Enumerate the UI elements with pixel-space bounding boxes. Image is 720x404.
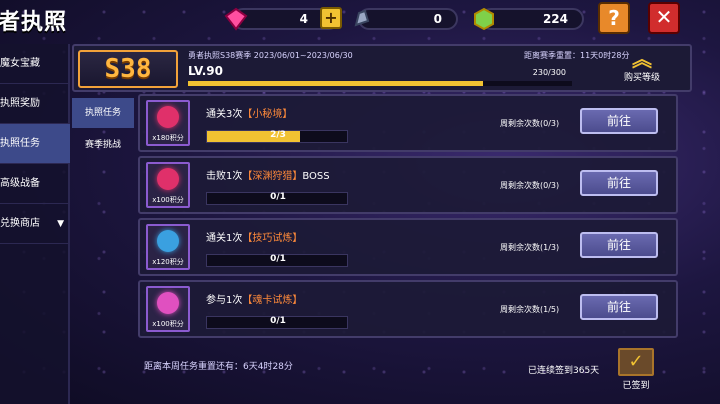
blue-orb-icon <box>157 230 179 252</box>
help-button[interactable]: ? <box>598 2 630 34</box>
tab-season-challenge[interactable]: 赛季挑战 <box>72 130 134 160</box>
sidebar-item-label: 高级战备 <box>0 178 40 189</box>
task-reward: x180积分 <box>152 134 184 142</box>
sidebar-item-witch-treasure[interactable]: 魔女宝藏 <box>0 44 70 84</box>
stone-count: 0 <box>433 12 442 26</box>
sidebar-item-label: 执照任务 <box>0 138 40 149</box>
signin-label: 已签到 <box>622 381 650 391</box>
demon-face-icon <box>157 168 179 190</box>
task-title-highlight: 【魂卡试炼】 <box>242 295 303 306</box>
coin-count: 224 <box>542 12 568 26</box>
page-title: 者执照 <box>0 10 68 35</box>
task-title-highlight: 【技巧试炼】 <box>242 233 303 244</box>
task-weekly-remaining: 周剩余次数(1/3) <box>500 243 560 252</box>
green-crystal-icon <box>472 7 496 31</box>
task-title-highlight: 【深渊狩猎】 <box>242 171 303 182</box>
close-button[interactable]: ✕ <box>648 2 680 34</box>
pink-gem-icon <box>224 7 248 31</box>
task-title-prefix: 通关3次 <box>206 109 243 120</box>
task-title: 通关1次【技巧试炼】 <box>206 229 302 244</box>
coin-counter: 224 <box>474 7 584 31</box>
task-title-suffix: BOSS <box>302 171 330 182</box>
task-title: 击败1次【深渊狩猎】BOSS <box>206 167 330 182</box>
season-header: S38 勇者执照S38赛季 2023/06/01~2023/06/30 距离赛季… <box>72 44 692 92</box>
go-button[interactable]: 前往 <box>580 108 658 134</box>
task-reward: x120积分 <box>152 258 184 266</box>
task-title-highlight: 【小秘境】 <box>242 109 293 120</box>
double-chevron-up-icon: ︽ <box>632 47 652 71</box>
task-reward: x100积分 <box>152 196 184 204</box>
sidebar-item-advanced-prep[interactable]: 高级战备 <box>0 164 70 204</box>
task-row: x100积分 击败1次【深渊狩猎】BOSS 0/1 周剩余次数(0/3) 前往 <box>138 156 678 214</box>
xp-bar-fill <box>188 81 483 86</box>
sidebar-item-license-rewards[interactable]: 执照奖励 <box>0 84 70 124</box>
buy-level-label: 购买等级 <box>623 73 660 83</box>
weekly-reset-timer: 距离本周任务重置还有：6天4时28分 <box>144 362 293 372</box>
task-reward: x100积分 <box>152 320 184 328</box>
demon-face-icon <box>157 106 179 128</box>
top-bar: 者执照 4 + 0 224 ? ✕ <box>0 0 720 38</box>
task-icon-frame: x100积分 <box>146 162 190 208</box>
go-button[interactable]: 前往 <box>580 294 658 320</box>
task-progress-bar: 0/1 <box>206 316 348 329</box>
task-progress-text: 0/1 <box>270 316 286 326</box>
sidebar-item-exchange-shop[interactable]: 兑换商店 ▼ <box>0 204 70 244</box>
sidebar-item-label: 兑换商店 <box>0 218 40 229</box>
sidebar-item-label: 魔女宝藏 <box>0 58 40 69</box>
sidebar-item-label: 执照奖励 <box>0 98 40 109</box>
task-progress-text: 2/3 <box>270 130 286 140</box>
buy-level-button[interactable]: ︽ 购买等级 <box>606 48 678 90</box>
task-icon-frame: x100积分 <box>146 286 190 332</box>
gem-counter: 4 + <box>224 7 342 31</box>
task-weekly-remaining: 周剩余次数(1/5) <box>500 305 560 314</box>
task-row: x100积分 参与1次【魂卡试炼】 0/1 周剩余次数(1/5) 前往 <box>138 280 678 338</box>
signin-button[interactable]: ✓ 已签到 <box>614 348 658 391</box>
task-icon-frame: x180积分 <box>146 100 190 146</box>
task-title: 通关3次【小秘境】 <box>206 105 292 120</box>
gem-count: 4 <box>299 12 308 26</box>
calendar-check-icon: ✓ <box>618 348 654 376</box>
soul-card-icon <box>157 292 179 314</box>
task-row: x180积分 通关3次【小秘境】 2/3 周剩余次数(0/3) 前往 <box>138 94 678 152</box>
season-name: 勇者执照S38赛季 2023/06/01~2023/06/30 <box>188 51 353 60</box>
task-progress-bar: 0/1 <box>206 192 348 205</box>
task-weekly-remaining: 周剩余次数(0/3) <box>500 181 560 190</box>
task-title-prefix: 击败1次 <box>206 171 243 182</box>
task-weekly-remaining: 周剩余次数(0/3) <box>500 119 560 128</box>
go-button[interactable]: 前往 <box>580 232 658 258</box>
xp-text: 230/300 <box>532 68 566 77</box>
signin-streak-text: 已连续签到365天 <box>528 366 600 376</box>
go-button[interactable]: 前往 <box>580 170 658 196</box>
season-badge: S38 <box>78 50 178 88</box>
task-progress-bar: 0/1 <box>206 254 348 267</box>
dropdown-arrow-icon: ▼ <box>57 219 64 229</box>
task-progress-text: 0/1 <box>270 192 286 202</box>
tab-license-tasks[interactable]: 执照任务 <box>72 98 134 128</box>
stone-counter: 0 <box>354 8 458 30</box>
task-title: 参与1次【魂卡试炼】 <box>206 291 302 306</box>
task-progress-text: 0/1 <box>270 254 286 264</box>
task-row: x120积分 通关1次【技巧试炼】 0/1 周剩余次数(1/3) 前往 <box>138 218 678 276</box>
xp-bar <box>188 81 572 86</box>
task-progress-bar: 2/3 <box>206 130 348 143</box>
task-icon-frame: x120积分 <box>146 224 190 270</box>
silver-stone-icon <box>350 7 374 31</box>
add-gem-button[interactable]: + <box>320 7 342 29</box>
task-title-prefix: 参与1次 <box>206 295 243 306</box>
task-title-prefix: 通关1次 <box>206 233 243 244</box>
sidebar-item-license-tasks[interactable]: 执照任务 <box>0 124 70 164</box>
season-level: LV.90 <box>188 64 223 78</box>
sidebar: 魔女宝藏 执照奖励 执照任务 高级战备 兑换商店 ▼ <box>0 44 70 404</box>
